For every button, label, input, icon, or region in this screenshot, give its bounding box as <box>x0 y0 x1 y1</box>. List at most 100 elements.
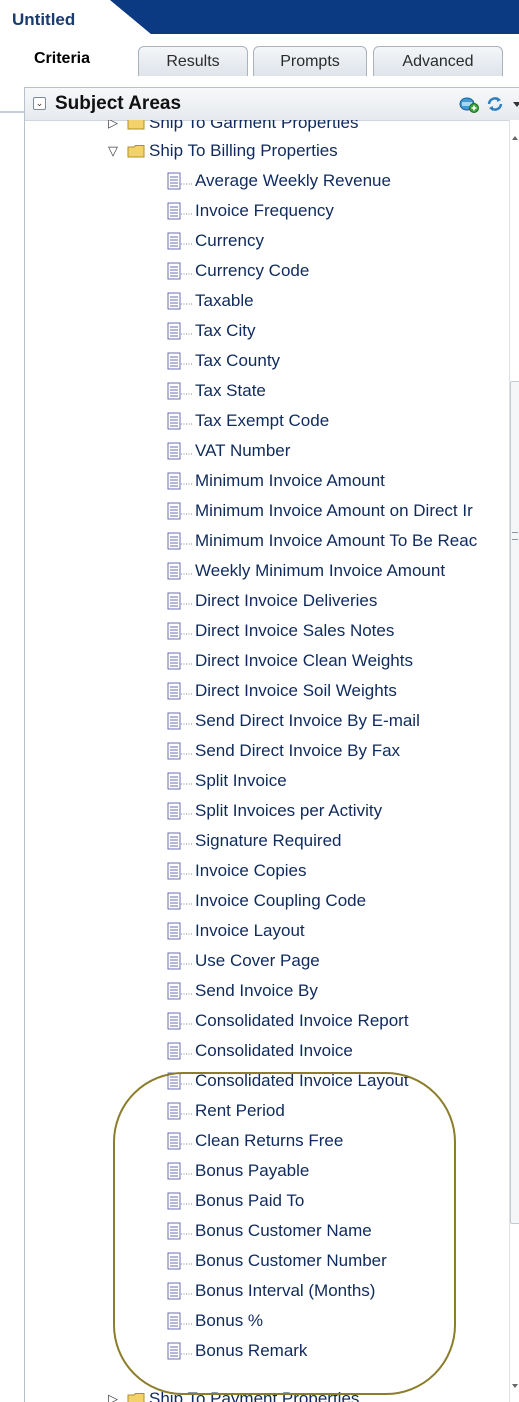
column-label[interactable]: Currency <box>195 231 264 251</box>
tree-column-item[interactable]: Taxable <box>167 288 254 314</box>
scroll-up-arrow-icon[interactable] <box>512 136 518 140</box>
column-label[interactable]: Bonus Customer Number <box>195 1251 387 1271</box>
tree-column-item[interactable]: Direct Invoice Sales Notes <box>167 618 394 644</box>
column-label[interactable]: Minimum Invoice Amount <box>195 471 385 491</box>
tree-column-item[interactable]: Consolidated Invoice Report <box>167 1008 409 1034</box>
column-label[interactable]: Send Direct Invoice By Fax <box>195 741 400 761</box>
tree-column-item[interactable]: Direct Invoice Clean Weights <box>167 648 413 674</box>
tree-column-item[interactable]: Rent Period <box>167 1098 285 1124</box>
column-label[interactable]: Split Invoice <box>195 771 287 791</box>
tree-column-item[interactable]: Direct Invoice Deliveries <box>167 588 377 614</box>
column-label[interactable]: Send Direct Invoice By E-mail <box>195 711 420 731</box>
tree-column-item[interactable]: Minimum Invoice Amount To Be Reac <box>167 528 477 554</box>
tree-column-item[interactable]: Currency <box>167 228 264 254</box>
column-label[interactable]: Minimum Invoice Amount To Be Reac <box>195 531 477 551</box>
tree-column-item[interactable]: Split Invoices per Activity <box>167 798 382 824</box>
tree-column-item[interactable]: Bonus Customer Name <box>167 1218 372 1244</box>
tree-column-item[interactable]: Minimum Invoice Amount <box>167 468 385 494</box>
tree-column-item[interactable]: Signature Required <box>167 828 341 854</box>
tree-column-item[interactable]: Use Cover Page <box>167 948 320 974</box>
column-label[interactable]: Weekly Minimum Invoice Amount <box>195 561 445 581</box>
refresh-icon[interactable] <box>485 95 505 113</box>
column-label[interactable]: VAT Number <box>195 441 290 461</box>
tree-column-item[interactable]: Currency Code <box>167 258 309 284</box>
tree-column-item[interactable]: Bonus Paid To <box>167 1188 304 1214</box>
column-label[interactable]: Average Weekly Revenue <box>195 171 391 191</box>
tree-column-item[interactable]: Invoice Layout <box>167 918 305 944</box>
tree-folder-garment[interactable]: ▷ Ship To Garment Properties <box>105 120 358 136</box>
column-label[interactable]: Direct Invoice Deliveries <box>195 591 377 611</box>
dropdown-caret-icon[interactable] <box>513 102 519 107</box>
tree-column-item[interactable]: Invoice Frequency <box>167 198 334 224</box>
expand-arrow-icon[interactable]: ▷ <box>105 120 121 131</box>
column-label[interactable]: Send Invoice By <box>195 981 318 1001</box>
tab-advanced[interactable]: Advanced <box>373 46 503 76</box>
column-label[interactable]: Tax City <box>195 321 255 341</box>
tab-criteria[interactable]: Criteria <box>8 42 116 76</box>
tree-column-item[interactable]: Bonus Remark <box>167 1338 307 1364</box>
column-label[interactable]: Signature Required <box>195 831 341 851</box>
collapse-arrow-icon[interactable]: ▽ <box>105 144 121 159</box>
scroll-down-arrow-icon[interactable] <box>512 1384 518 1388</box>
tree-column-item[interactable]: Send Direct Invoice By Fax <box>167 738 400 764</box>
tab-prompts[interactable]: Prompts <box>253 46 367 76</box>
folder-label[interactable]: Ship To Billing Properties <box>149 141 338 161</box>
tab-results[interactable]: Results <box>138 46 248 76</box>
tree-column-item[interactable]: Tax County <box>167 348 280 374</box>
tree-column-item[interactable]: VAT Number <box>167 438 290 464</box>
column-label[interactable]: Minimum Invoice Amount on Direct Ir <box>195 501 473 521</box>
column-label[interactable]: Consolidated Invoice <box>195 1041 353 1061</box>
column-label[interactable]: Direct Invoice Clean Weights <box>195 651 413 671</box>
column-label[interactable]: Consolidated Invoice Report <box>195 1011 409 1031</box>
tree-column-item[interactable]: Direct Invoice Soil Weights <box>167 678 397 704</box>
tree-column-item[interactable]: Send Direct Invoice By E-mail <box>167 708 420 734</box>
expand-arrow-icon[interactable]: ▷ <box>105 1392 121 1402</box>
tree-column-item[interactable]: Bonus % <box>167 1308 263 1334</box>
folder-label[interactable]: Ship To Garment Properties <box>149 120 358 133</box>
tree-column-item[interactable]: Invoice Copies <box>167 858 307 884</box>
tree-column-item[interactable]: Tax Exempt Code <box>167 408 329 434</box>
column-label[interactable]: Tax Exempt Code <box>195 411 329 431</box>
column-label[interactable]: Bonus Paid To <box>195 1191 304 1211</box>
column-label[interactable]: Direct Invoice Sales Notes <box>195 621 394 641</box>
column-label[interactable]: Bonus % <box>195 1311 263 1331</box>
column-label[interactable]: Currency Code <box>195 261 309 281</box>
tree-column-item[interactable]: Tax City <box>167 318 255 344</box>
tree-column-item[interactable]: Bonus Payable <box>167 1158 309 1184</box>
column-label[interactable]: Invoice Frequency <box>195 201 334 221</box>
add-subject-area-icon[interactable] <box>459 95 479 113</box>
tree-column-item[interactable]: Split Invoice <box>167 768 287 794</box>
tree-folder-billing[interactable]: ▽ Ship To Billing Properties <box>105 138 338 164</box>
column-label[interactable]: Tax State <box>195 381 266 401</box>
tree-column-item[interactable]: Tax State <box>167 378 266 404</box>
folder-label[interactable]: Ship To Payment Properties <box>149 1389 359 1402</box>
tree-column-item[interactable]: Weekly Minimum Invoice Amount <box>167 558 445 584</box>
tree-column-item[interactable]: Bonus Customer Number <box>167 1248 387 1274</box>
scrollbar-thumb[interactable] <box>510 381 519 1224</box>
column-label[interactable]: Use Cover Page <box>195 951 320 971</box>
column-label[interactable]: Consolidated Invoice Layout <box>195 1071 409 1091</box>
column-label[interactable]: Split Invoices per Activity <box>195 801 382 821</box>
column-label[interactable]: Bonus Interval (Months) <box>195 1281 375 1301</box>
column-label[interactable]: Tax County <box>195 351 280 371</box>
tree-column-item[interactable]: Minimum Invoice Amount on Direct Ir <box>167 498 473 524</box>
tree-folder-payment[interactable]: ▷ Ship To Payment Properties <box>105 1386 359 1402</box>
column-label[interactable]: Clean Returns Free <box>195 1131 343 1151</box>
chevron-down-icon[interactable]: ⌄ <box>33 97 46 110</box>
column-label[interactable]: Rent Period <box>195 1101 285 1121</box>
column-label[interactable]: Bonus Payable <box>195 1161 309 1181</box>
tree-column-item[interactable]: Consolidated Invoice <box>167 1038 353 1064</box>
tree-column-item[interactable]: Average Weekly Revenue <box>167 168 391 194</box>
column-label[interactable]: Bonus Remark <box>195 1341 307 1361</box>
tree-column-item[interactable]: Invoice Coupling Code <box>167 888 366 914</box>
column-label[interactable]: Invoice Copies <box>195 861 307 881</box>
column-label[interactable]: Invoice Coupling Code <box>195 891 366 911</box>
tree-column-item[interactable]: Clean Returns Free <box>167 1128 343 1154</box>
column-label[interactable]: Invoice Layout <box>195 921 305 941</box>
tree-column-item[interactable]: Send Invoice By <box>167 978 318 1004</box>
tree-column-item[interactable]: Bonus Interval (Months) <box>167 1278 375 1304</box>
tree-column-item[interactable]: Consolidated Invoice Layout <box>167 1068 409 1094</box>
column-label[interactable]: Taxable <box>195 291 254 311</box>
column-label[interactable]: Bonus Customer Name <box>195 1221 372 1241</box>
vertical-scrollbar[interactable] <box>509 120 519 1402</box>
